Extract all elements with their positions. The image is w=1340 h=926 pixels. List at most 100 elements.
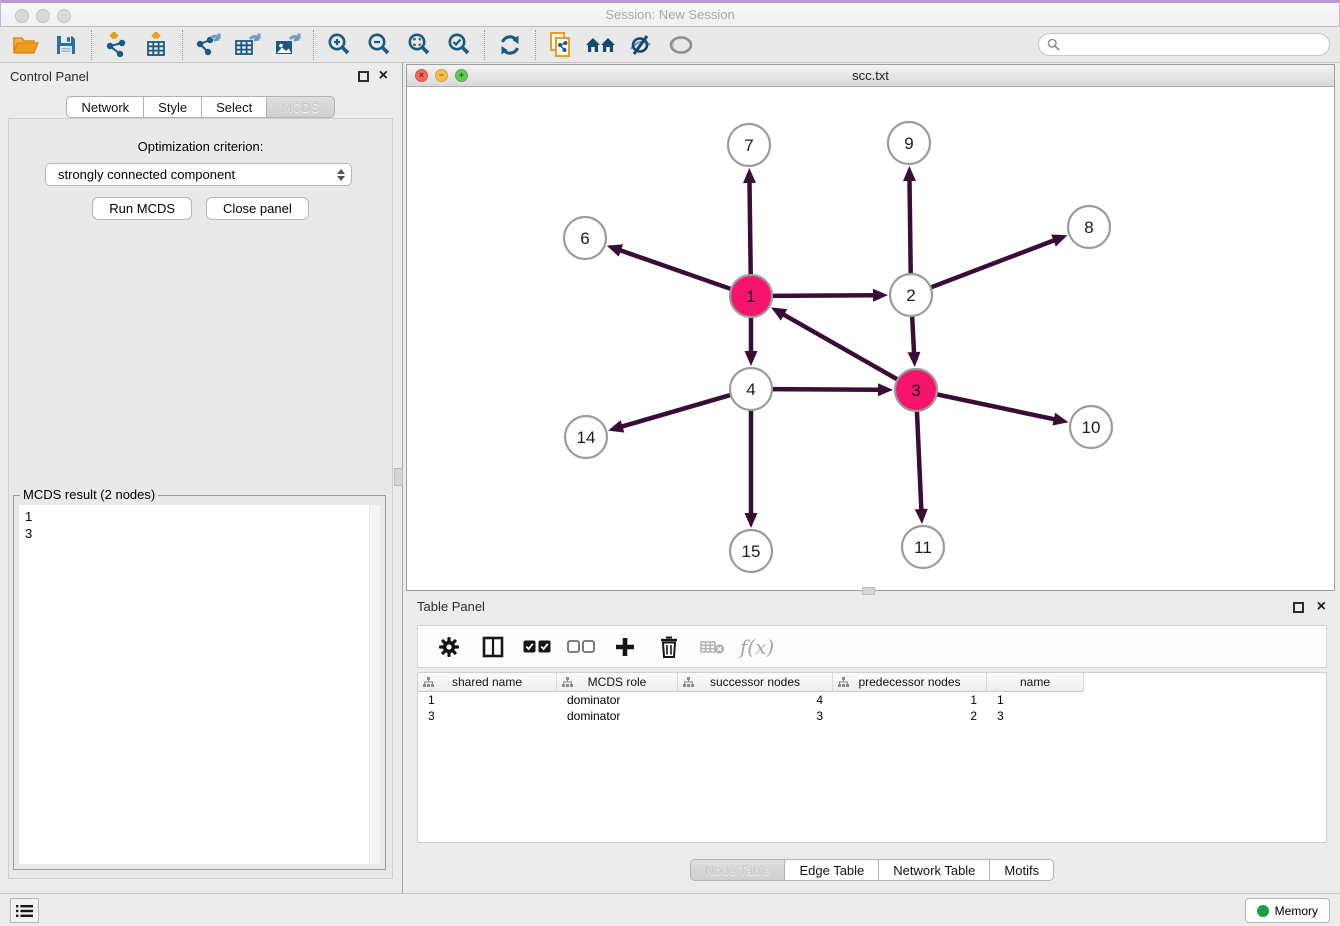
- graph-node-9[interactable]: 9: [888, 122, 930, 164]
- control-panel: Control Panel × Network Style Select MCD…: [0, 63, 401, 893]
- two-houses-icon[interactable]: [581, 29, 621, 61]
- search-field[interactable]: [1038, 33, 1330, 56]
- graph-node-1[interactable]: 1: [730, 275, 772, 317]
- float-panel-icon[interactable]: [358, 71, 369, 82]
- duplicate-network-icon[interactable]: [541, 29, 581, 61]
- network-canvas[interactable]: 7 9 6 8 1 2 4 3 14 10 15 11: [407, 87, 1334, 590]
- graph-edge-2-3[interactable]: [908, 313, 921, 367]
- graph-edge-4-15[interactable]: [745, 407, 758, 528]
- tab-mcds[interactable]: MCDS: [266, 96, 334, 118]
- graph-node-3[interactable]: 3: [895, 369, 937, 411]
- graph-edge-1-6[interactable]: [607, 244, 734, 290]
- refresh-layout-icon[interactable]: [490, 29, 530, 61]
- result-scrollbar[interactable]: [369, 505, 380, 864]
- optimization-criterion-label: Optimization criterion:: [9, 139, 392, 154]
- export-network-icon[interactable]: [188, 29, 228, 61]
- graph-node-8[interactable]: 8: [1068, 206, 1110, 248]
- graph-edge-3-10[interactable]: [934, 394, 1069, 426]
- splitter-handle[interactable]: [394, 468, 403, 486]
- tab-motifs[interactable]: Motifs: [989, 859, 1054, 881]
- search-input[interactable]: [1065, 36, 1329, 54]
- graph-node-6[interactable]: 6: [564, 217, 606, 259]
- graph-edge-2-8[interactable]: [928, 234, 1068, 288]
- tab-select[interactable]: Select: [201, 96, 267, 118]
- graph-node-2[interactable]: 2: [890, 274, 932, 316]
- open-folder-icon[interactable]: [6, 29, 46, 61]
- column-header-shared-name[interactable]: shared name: [418, 673, 557, 692]
- zoom-in-icon[interactable]: [319, 29, 359, 61]
- graph-edge-1-7[interactable]: [743, 168, 756, 278]
- svg-text:9: 9: [904, 134, 913, 153]
- svg-text:1: 1: [746, 287, 755, 306]
- export-table-icon[interactable]: [228, 29, 268, 61]
- search-icon: [1047, 38, 1060, 51]
- control-panel-tabs: Network Style Select MCDS: [0, 96, 401, 118]
- tab-style[interactable]: Style: [143, 96, 202, 118]
- mcds-panel-body: Optimization criterion: strongly connect…: [8, 118, 393, 879]
- column-header-mcds-role[interactable]: MCDS role: [557, 673, 678, 692]
- graph-edge-2-9[interactable]: [903, 166, 916, 277]
- graph-edge-4-14[interactable]: [608, 394, 734, 433]
- zoom-selected-icon[interactable]: [439, 29, 479, 61]
- toolbar-separator: [91, 30, 92, 60]
- table-row[interactable]: 3 dominator 3 2 3: [418, 708, 1326, 724]
- close-table-panel-icon[interactable]: ×: [1317, 598, 1326, 616]
- tab-edge-table[interactable]: Edge Table: [784, 859, 879, 881]
- svg-text:3: 3: [911, 381, 920, 400]
- graph-edge-4-3[interactable]: [769, 383, 893, 396]
- tab-network[interactable]: Network: [66, 96, 144, 118]
- memory-button[interactable]: Memory: [1245, 898, 1330, 923]
- graph-node-7[interactable]: 7: [728, 124, 770, 166]
- tab-network-table[interactable]: Network Table: [878, 859, 990, 881]
- optimization-criterion-select[interactable]: strongly connected component: [45, 163, 352, 186]
- graph-edge-3-11[interactable]: [915, 408, 928, 524]
- window-title: Session: New Session: [1, 7, 1339, 22]
- split-columns-icon[interactable]: [476, 630, 510, 664]
- svg-text:7: 7: [744, 136, 753, 155]
- delete-trash-icon[interactable]: [652, 630, 686, 664]
- control-panel-title: Control Panel: [10, 69, 89, 84]
- fx-label: f(x): [740, 635, 774, 659]
- show-panel-list-button[interactable]: [10, 898, 39, 923]
- table-settings-gear-icon[interactable]: [432, 630, 466, 664]
- run-mcds-button[interactable]: Run MCDS: [92, 197, 192, 220]
- graph-node-11[interactable]: 11: [902, 526, 944, 568]
- import-network-icon[interactable]: [97, 29, 137, 61]
- toolbar-separator: [182, 30, 183, 60]
- zoom-out-icon[interactable]: [359, 29, 399, 61]
- export-image-icon[interactable]: [268, 29, 308, 61]
- graph-node-15[interactable]: 15: [730, 530, 772, 572]
- toolbar-separator: [535, 30, 536, 60]
- import-table-icon[interactable]: [137, 29, 177, 61]
- delete-table-disabled-icon: [696, 630, 730, 664]
- graph-node-14[interactable]: 14: [565, 416, 607, 458]
- add-column-plus-icon[interactable]: [608, 630, 642, 664]
- tab-node-table[interactable]: Node Table: [690, 859, 786, 881]
- graph-node-10[interactable]: 10: [1070, 406, 1112, 448]
- close-panel-icon[interactable]: ×: [379, 67, 388, 85]
- eye-icon[interactable]: [661, 29, 701, 61]
- memory-status-dot: [1257, 905, 1269, 917]
- network-graph-svg: 7 9 6 8 1 2 4 3 14 10 15 11: [407, 87, 1334, 590]
- select-all-checkboxes-icon[interactable]: [520, 630, 554, 664]
- deselect-all-checkboxes-icon[interactable]: [564, 630, 598, 664]
- eye-slash-icon[interactable]: [621, 29, 661, 61]
- mcds-result-list[interactable]: 1 3: [19, 505, 380, 864]
- save-session-icon[interactable]: [46, 29, 86, 61]
- graph-edge-3-1[interactable]: [771, 307, 900, 381]
- horizontal-splitter-handle[interactable]: [862, 587, 875, 595]
- zoom-fit-icon[interactable]: [399, 29, 439, 61]
- float-table-panel-icon[interactable]: [1293, 602, 1304, 613]
- column-header-name[interactable]: name: [987, 673, 1084, 692]
- close-panel-button[interactable]: Close panel: [206, 197, 309, 220]
- column-header-predecessor-nodes[interactable]: predecessor nodes: [833, 673, 987, 692]
- svg-text:4: 4: [746, 380, 755, 399]
- graph-node-4[interactable]: 4: [730, 368, 772, 410]
- graph-edge-1-4[interactable]: [745, 314, 758, 366]
- column-header-successor-nodes[interactable]: successor nodes: [678, 673, 833, 692]
- node-table[interactable]: shared name MCDS role successor nodes pr…: [417, 672, 1327, 843]
- window-titlebar: Session: New Session: [0, 0, 1340, 27]
- graph-edge-1-2[interactable]: [769, 289, 888, 302]
- table-row[interactable]: 1 dominator 4 1 1: [418, 692, 1326, 708]
- mcds-buttons-row: Run MCDS Close panel: [9, 197, 392, 220]
